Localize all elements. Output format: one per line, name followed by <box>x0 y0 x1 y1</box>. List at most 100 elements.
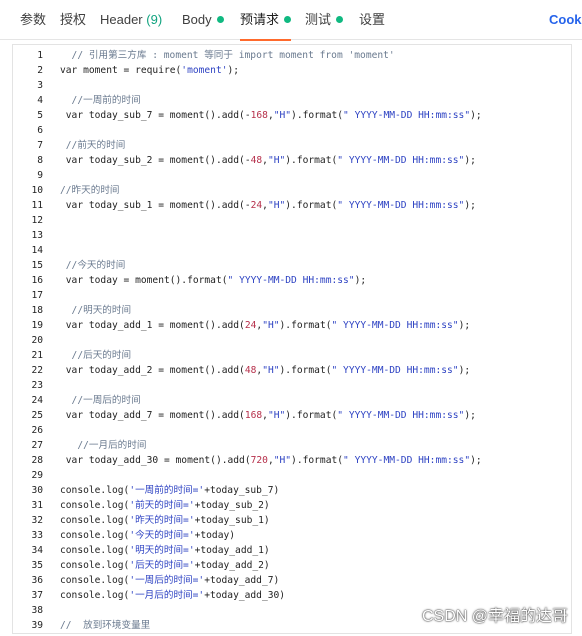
line-number: 3 <box>37 80 43 91</box>
line-text: //一周后的时间 <box>43 393 141 408</box>
line-text: console.log('一月后的时间='+today_add_30) <box>43 588 285 603</box>
code-token: 720 <box>250 455 268 466</box>
tab-auth[interactable]: 授权 <box>60 0 86 40</box>
code-token: '一周后的时间=' <box>129 575 205 586</box>
cookie-link[interactable]: Cooki <box>549 0 582 40</box>
code-line: 20 <box>13 333 571 348</box>
code-token: var today_add_1 = moment().add( <box>60 320 245 331</box>
code-line: 24 //一周后的时间 <box>13 393 571 408</box>
line-number: 17 <box>31 290 43 301</box>
code-token: console.log( <box>60 545 130 556</box>
tab-pre-request[interactable]: 预请求 <box>240 0 292 41</box>
code-token: ); <box>464 200 476 211</box>
code-token: 168 <box>250 110 268 121</box>
code-token: '后天的时间=' <box>129 560 195 571</box>
code-line: 9 <box>13 168 571 183</box>
code-token: //昨天的时间 <box>60 185 120 196</box>
code-token: "H" <box>273 455 292 466</box>
tab-body[interactable]: Body <box>182 0 224 40</box>
code-line: 19 var today_add_1 = moment().add(24,"H"… <box>13 318 571 333</box>
line-text: // 放到环境变量里 <box>43 618 150 633</box>
line-text: var today_sub_2 = moment().add(-48,"H").… <box>43 153 476 168</box>
line-number: 19 <box>31 320 43 331</box>
line-text: var today_sub_1 = moment().add(-24,"H").… <box>43 198 476 213</box>
code-line: 35 console.log('后天的时间='+today_add_2) <box>13 558 571 573</box>
line-text: var today_add_7 = moment().add(168,"H").… <box>43 408 476 423</box>
code-token: ).format( <box>279 365 332 376</box>
code-line: 13 <box>13 228 571 243</box>
line-text: //一周前的时间 <box>43 93 141 108</box>
code-line: 5 var today_sub_7 = moment().add(-168,"H… <box>13 108 571 123</box>
code-token: ).format( <box>285 200 338 211</box>
line-text: console.log('后天的时间='+today_add_2) <box>43 558 270 573</box>
tab-settings[interactable]: 设置 <box>359 0 385 40</box>
code-token: 24 <box>244 320 257 331</box>
code-line: 25 var today_add_7 = moment().add(168,"H… <box>13 408 571 423</box>
code-token: // 放到环境变量里 <box>60 620 151 631</box>
code-line: 31 console.log('前天的时间='+today_sub_2) <box>13 498 571 513</box>
code-token: 48 <box>244 365 257 376</box>
line-number: 29 <box>31 470 43 481</box>
code-line: 17 <box>13 288 571 303</box>
line-text: console.log('一周后的时间='+today_add_7) <box>43 573 279 588</box>
code-token: '今天的时间=' <box>129 530 195 541</box>
code-token: +today_add_2) <box>194 560 270 571</box>
code-token: '明天的时间=' <box>129 545 195 556</box>
code-token: ).format( <box>285 410 338 421</box>
code-token: 24 <box>250 200 263 211</box>
tab-params[interactable]: 参数 <box>20 0 46 40</box>
line-text: //前天的时间 <box>43 138 126 153</box>
code-token: console.log( <box>60 485 130 496</box>
code-token: ); <box>470 110 482 121</box>
line-text: //今天的时间 <box>43 258 126 273</box>
code-token: //明天的时间 <box>60 305 132 316</box>
code-token: // 引用第三方库 : moment 等同于 import moment fro… <box>60 50 395 61</box>
line-number: 4 <box>37 95 43 106</box>
code-line: 12 <box>13 213 571 228</box>
tab-body-label: Body <box>182 12 212 27</box>
code-line: 14 <box>13 243 571 258</box>
code-token: console.log( <box>60 500 130 511</box>
tab-header[interactable]: Header (9) <box>100 0 162 40</box>
code-editor[interactable]: 1 // 引用第三方库 : moment 等同于 import moment f… <box>12 44 572 634</box>
line-text: //后天的时间 <box>43 348 132 363</box>
code-line: 27 //一月后的时间 <box>13 438 571 453</box>
line-number: 8 <box>37 155 43 166</box>
code-token: var today_add_7 = moment().add( <box>60 410 245 421</box>
code-token: ); <box>354 275 367 286</box>
tab-tests[interactable]: 测试 <box>305 0 344 40</box>
code-line: 15 //今天的时间 <box>13 258 571 273</box>
line-text: console.log('明天的时间='+today_add_1) <box>43 543 270 558</box>
code-line: 37 console.log('一月后的时间='+today_add_30) <box>13 588 571 603</box>
code-token: +today_add_7) <box>204 575 280 586</box>
code-token: console.log( <box>60 590 130 601</box>
code-token: //一周后的时间 <box>60 395 141 406</box>
code-token: "H" <box>273 110 292 121</box>
line-number: 20 <box>31 335 43 346</box>
line-number: 38 <box>31 605 43 616</box>
code-token: " YYYY-MM-DD HH:mm:ss" <box>331 320 459 331</box>
code-token: //后天的时间 <box>60 350 132 361</box>
code-line: 3 <box>13 78 571 93</box>
code-token: //前天的时间 <box>60 140 126 151</box>
line-number: 36 <box>31 575 43 586</box>
line-text: var moment = require('moment'); <box>43 63 239 78</box>
pre-request-status-dot-icon <box>284 16 292 23</box>
line-text: console.log('今天的时间='+today) <box>43 528 235 543</box>
line-text: console.log('昨天的时间='+today_sub_1) <box>43 513 270 528</box>
line-number: 39 <box>31 620 43 631</box>
line-number: 6 <box>37 125 43 136</box>
code-line: 4 //一周前的时间 <box>13 93 571 108</box>
code-token: ).format( <box>285 155 338 166</box>
line-number: 35 <box>31 560 43 571</box>
code-token: " YYYY-MM-DD HH:mm:ss" <box>337 155 465 166</box>
code-token: //一周前的时间 <box>60 95 141 106</box>
line-number: 7 <box>37 140 43 151</box>
code-token: console.log( <box>60 560 130 571</box>
code-token: "H" <box>262 320 280 331</box>
line-text: //昨天的时间 <box>43 183 120 198</box>
line-number: 26 <box>31 425 43 436</box>
line-text: var today = moment().format(" YYYY-MM-DD… <box>43 273 366 288</box>
code-token: +today_sub_2) <box>194 500 270 511</box>
code-line: 23 <box>13 378 571 393</box>
